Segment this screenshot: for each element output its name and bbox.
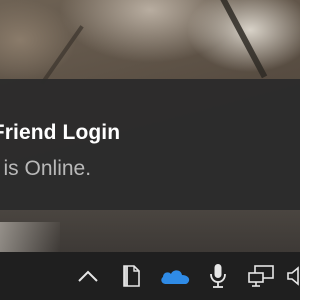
desktop-screen: at Friend Login o is Online. <box>0 0 300 300</box>
show-hidden-icons-button[interactable] <box>76 252 100 300</box>
network-icon <box>248 265 274 287</box>
chevron-up-icon <box>78 270 98 282</box>
volume-tray-button[interactable] <box>286 252 300 300</box>
wallpaper-highlight <box>0 222 60 252</box>
notification-title: at Friend Login <box>0 121 121 144</box>
notification-body: o is Online. <box>0 157 92 180</box>
document-icon <box>123 265 140 287</box>
speaker-icon <box>287 266 299 286</box>
network-tray-button[interactable] <box>246 252 278 300</box>
onedrive-cloud-icon <box>161 270 190 284</box>
onedrive-tray-button[interactable] <box>158 252 192 300</box>
microphone-tray-button[interactable] <box>206 252 230 300</box>
notes-tray-button[interactable] <box>119 252 143 300</box>
microphone-icon <box>210 264 226 288</box>
